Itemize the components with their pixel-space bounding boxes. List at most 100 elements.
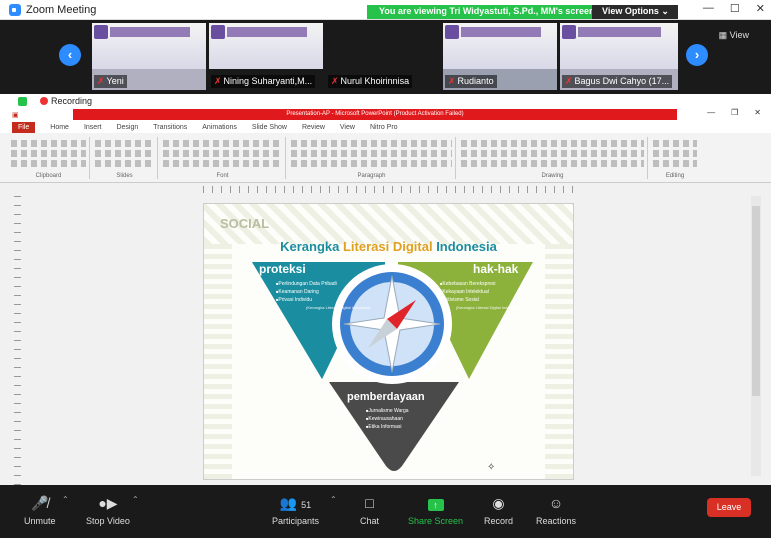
chat-button[interactable]: □ Chat	[360, 493, 379, 526]
powerpoint-icon: ▣	[12, 111, 19, 119]
participants-icon: 👥	[279, 495, 298, 511]
literacy-diagram	[252, 262, 533, 471]
pemberdayaan-list: Jurnalisme Warga Kewirausahaan Etika Inf…	[366, 407, 409, 431]
powerpoint-title: Presentation-AP - Microsoft PowerPoint (…	[73, 109, 677, 120]
record-icon: ◉	[492, 495, 505, 511]
meeting-toolbar: 🎤̸ Unmute ⌃ ●▶ Stop Video ⌃ 👥 51 Partici…	[0, 485, 771, 538]
restore-icon[interactable]: ❐	[731, 108, 738, 117]
muted-mic-icon: ✗	[448, 76, 456, 86]
horizontal-ruler	[203, 186, 573, 193]
list-item: Perlindungan Data Pribadi	[276, 280, 370, 288]
video-tile[interactable]: ✗ Nining Suharyanti,M...	[209, 23, 323, 90]
list-item: Kebebasan Berekspresi	[440, 280, 520, 288]
participants-caret-icon[interactable]: ⌃	[330, 495, 337, 504]
tab-insert[interactable]: Insert	[84, 124, 102, 131]
list-item: Etika Informasi	[366, 423, 409, 431]
close-icon[interactable]: ✕	[754, 108, 761, 117]
stop-video-button[interactable]: ●▶ Stop Video	[86, 493, 130, 526]
powerpoint-window-controls: — ❐ ✕	[707, 108, 761, 117]
window-controls: — ☐ ✕	[703, 2, 765, 15]
slide[interactable]: SOCIAL Kerangka Literasi Digital Indones…	[203, 203, 574, 480]
pemberdayaan-title: pemberdayaan	[347, 391, 425, 403]
share-screen-button[interactable]: ↑ Share Screen	[408, 493, 463, 526]
recording-indicator: Recording	[40, 96, 92, 106]
minimize-icon[interactable]: —	[703, 2, 714, 15]
list-item: Privasi Individu	[276, 296, 370, 304]
tab-view[interactable]: View	[340, 124, 355, 131]
shield-icon	[18, 96, 27, 106]
ribbon-group-drawing[interactable]: Drawing	[458, 137, 648, 179]
participant-name: Nining Suharyanti,M...	[223, 76, 313, 86]
tab-home[interactable]: Home	[50, 124, 69, 131]
chat-bubble-icon: □	[365, 495, 374, 511]
recording-label: Recording	[51, 96, 93, 106]
video-tile[interactable]: ✗ Nurul Khoirinnisa	[326, 23, 440, 90]
vertical-ruler	[14, 196, 21, 486]
tab-nitro-pro[interactable]: Nitro Pro	[370, 124, 398, 131]
muted-mic-icon: ✗	[214, 76, 222, 86]
video-tile[interactable]: ✗ Yeni	[92, 23, 206, 90]
list-item: Aktivisme Sosial	[440, 296, 520, 304]
zoom-logo-icon	[9, 3, 21, 16]
vertical-scrollbar[interactable]	[751, 196, 761, 476]
ribbon-group-clipboard[interactable]: Clipboard	[8, 137, 90, 179]
proteksi-list: Perlindungan Data Pribadi Keamanan Darin…	[276, 280, 370, 311]
video-tile[interactable]: ✗ Bagus Dwi Cahyo (17...	[560, 23, 678, 90]
tab-file[interactable]: File	[12, 121, 36, 133]
cursor-icon: ✧	[487, 462, 496, 473]
scrollbar-thumb[interactable]	[752, 206, 760, 396]
prev-page-icon[interactable]: ‹	[59, 44, 81, 66]
participant-name: Rudianto	[457, 76, 494, 86]
ribbon-group-font[interactable]: Font	[160, 137, 286, 179]
participants-count: 51	[301, 500, 312, 510]
ribbon: Clipboard Slides Font Paragraph Drawing …	[0, 133, 771, 183]
grid-icon: ▦	[718, 30, 730, 40]
status-bar: Recording	[0, 94, 771, 108]
next-page-icon[interactable]: ›	[686, 44, 708, 66]
tab-transitions[interactable]: Transitions	[153, 124, 187, 131]
participant-name: Yeni	[106, 76, 124, 86]
viewing-label: You are viewing Tri Widyastuti, S.Pd., M…	[367, 5, 594, 19]
ribbon-group-slides[interactable]: Slides	[92, 137, 158, 179]
tab-animations[interactable]: Animations	[202, 124, 237, 131]
leave-button[interactable]: Leave	[707, 498, 751, 517]
record-dot-icon	[40, 97, 48, 105]
muted-mic-icon: 🎤̸	[31, 495, 49, 511]
participant-name: Nurul Khoirinnisa	[340, 76, 410, 86]
record-button[interactable]: ◉ Record	[484, 493, 513, 526]
list-item: Kewirausahaan	[366, 415, 409, 423]
ribbon-tabs: File Home Insert Design Transitions Anim…	[0, 121, 771, 133]
list-note: (Kerangka Literasi Digital Indonesia)	[306, 305, 371, 310]
unmute-button[interactable]: 🎤̸ Unmute	[24, 493, 56, 526]
participants-button[interactable]: 👥 51 Participants	[272, 493, 319, 526]
view-options-button[interactable]: View Options ⌄	[592, 5, 678, 19]
maximize-icon[interactable]: ☐	[730, 2, 740, 15]
hak-hak-list: Kebebasan Berekspresi Kekayaan Intelektu…	[440, 280, 520, 311]
close-icon[interactable]: ✕	[756, 2, 765, 15]
list-item: Jurnalisme Warga	[366, 407, 408, 415]
hak-hak-title: hak-hak	[473, 262, 519, 276]
proteksi-title: proteksi	[259, 262, 306, 276]
list-item: Kekayaan Intelektual	[440, 288, 520, 296]
tab-design[interactable]: Design	[116, 124, 138, 131]
participants-strip: ‹ ✗ Yeni ✗ Nining Suharyanti,M... ✗ Nurul K…	[0, 20, 771, 94]
audio-options-caret-icon[interactable]: ⌃	[62, 495, 69, 504]
muted-mic-icon: ✗	[331, 76, 339, 86]
tab-review[interactable]: Review	[302, 124, 325, 131]
view-button[interactable]: ▦ View	[719, 30, 749, 41]
video-tile[interactable]: ✗ Rudianto	[443, 23, 557, 90]
video-options-caret-icon[interactable]: ⌃	[132, 495, 139, 504]
share-screen-icon: ↑	[427, 493, 444, 513]
window-title: Zoom Meeting	[26, 3, 97, 16]
reactions-button[interactable]: ☺ Reactions	[536, 493, 576, 526]
ribbon-group-editing[interactable]: Editing	[650, 137, 700, 179]
ribbon-group-paragraph[interactable]: Paragraph	[288, 137, 456, 179]
powerpoint-titlebar: ▣ Presentation-AP - Microsoft PowerPoint…	[0, 108, 771, 121]
smiley-icon: ☺	[548, 495, 564, 511]
list-item: Keamanan Daring	[276, 288, 370, 296]
video-camera-icon: ●▶	[98, 495, 118, 511]
minimize-icon[interactable]: —	[707, 108, 715, 117]
tab-slide-show[interactable]: Slide Show	[252, 124, 287, 131]
participant-name: Bagus Dwi Cahyo (17...	[574, 76, 670, 86]
muted-mic-icon: ✗	[97, 76, 105, 86]
